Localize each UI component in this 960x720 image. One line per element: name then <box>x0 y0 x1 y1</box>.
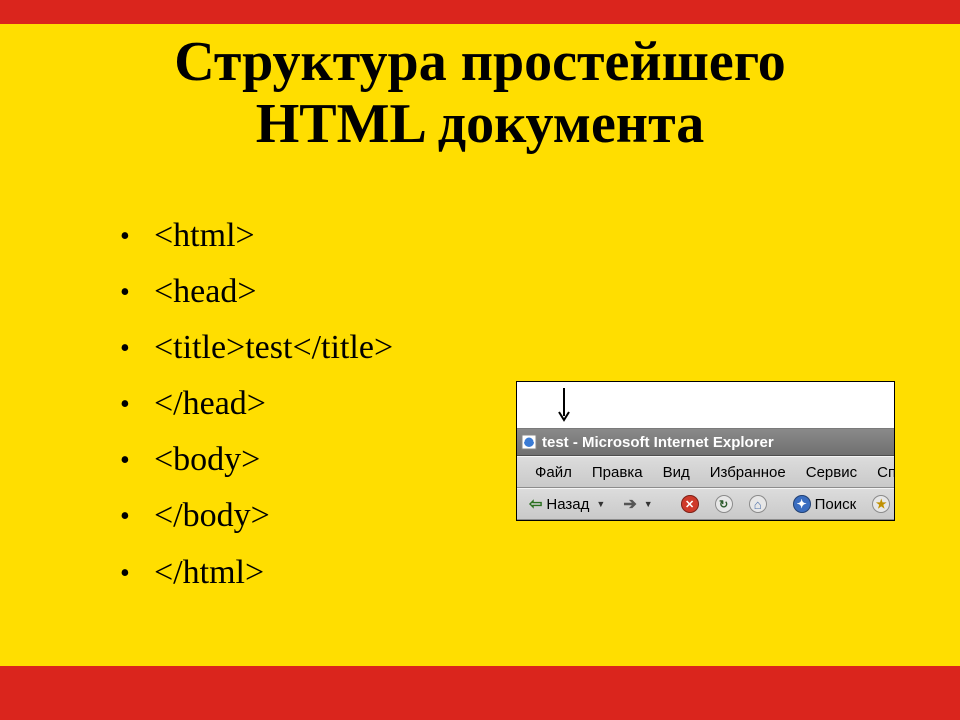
bullet-item: <title>test</title> <box>120 320 393 376</box>
forward-button[interactable]: ➔ ▼ <box>617 492 660 516</box>
browser-top-strip <box>517 382 894 429</box>
slide-title: Структура простейшего HTML документа <box>0 32 960 155</box>
chevron-down-icon: ▼ <box>593 499 607 509</box>
favorites-star-icon: ★ <box>872 495 890 513</box>
browser-titlebar[interactable]: test - Microsoft Internet Explorer <box>517 429 894 456</box>
bullet-item: </html> <box>120 545 393 601</box>
arrow-right-icon: ➔ <box>623 494 636 514</box>
menu-view[interactable]: Вид <box>653 461 700 484</box>
browser-title-text: test - Microsoft Internet Explorer <box>542 434 774 451</box>
chevron-down-icon: ▼ <box>641 499 655 509</box>
slide: Структура простейшего HTML документа <ht… <box>0 0 960 720</box>
favorites-button[interactable]: ★ <box>866 493 894 515</box>
back-button[interactable]: ⇦ Назад ▼ <box>523 492 613 516</box>
bullet-item: <html> <box>120 208 393 264</box>
bullet-item: </body> <box>120 488 393 544</box>
bullet-list: <html> <head> <title>test</title> </head… <box>120 208 393 601</box>
menu-file[interactable]: Файл <box>525 461 582 484</box>
decor-bar-bottom <box>0 666 960 720</box>
stop-button[interactable]: ✕ <box>675 493 705 515</box>
slide-title-line2: HTML документа <box>256 93 705 155</box>
bullet-item: <body> <box>120 432 393 488</box>
refresh-button[interactable]: ↻ <box>709 493 739 515</box>
menu-tools[interactable]: Сервис <box>796 461 867 484</box>
decor-bar-top <box>0 0 960 24</box>
menu-favorites[interactable]: Избранное <box>700 461 796 484</box>
ie-app-icon <box>521 434 537 450</box>
refresh-icon: ↻ <box>715 495 733 513</box>
search-label: Поиск <box>815 496 857 513</box>
bullet-item: <head> <box>120 264 393 320</box>
home-button[interactable]: ⌂ <box>743 493 773 515</box>
browser-toolbar: ⇦ Назад ▼ ➔ ▼ ✕ ↻ ⌂ ✦ Поиск <box>517 488 894 520</box>
bullet-item: </head> <box>120 376 393 432</box>
search-globe-icon: ✦ <box>793 495 811 513</box>
back-label: Назад <box>546 496 589 513</box>
browser-window: test - Microsoft Internet Explorer Файл … <box>516 381 895 521</box>
browser-menu-bar: Файл Правка Вид Избранное Сервис Спр <box>517 456 894 488</box>
pointer-arrow-icon <box>557 386 571 424</box>
menu-edit[interactable]: Правка <box>582 461 653 484</box>
slide-title-line1: Структура простейшего <box>174 31 786 93</box>
menu-help[interactable]: Спр <box>867 461 894 484</box>
home-icon: ⌂ <box>749 495 767 513</box>
arrow-left-icon: ⇦ <box>529 494 542 514</box>
search-button[interactable]: ✦ Поиск <box>787 493 863 515</box>
stop-icon: ✕ <box>681 495 699 513</box>
